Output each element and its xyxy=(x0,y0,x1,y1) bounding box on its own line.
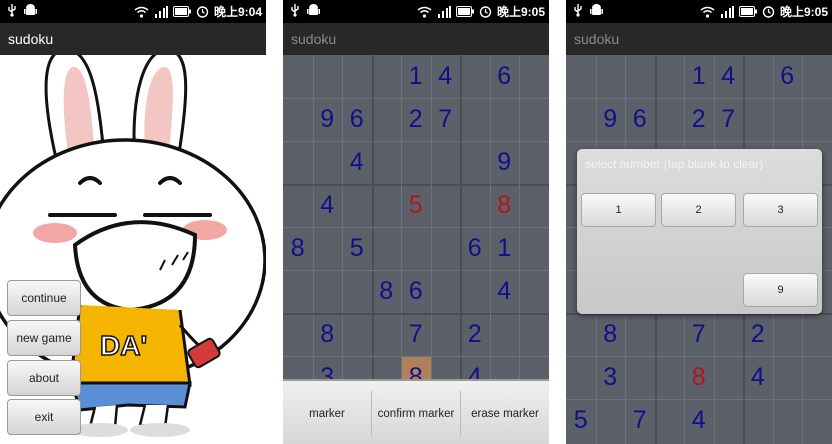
board-cell-digit[interactable]: 6 xyxy=(490,55,520,98)
number-button-3[interactable]: 3 xyxy=(743,193,818,227)
alarm-icon xyxy=(762,5,775,18)
android-icon xyxy=(590,3,603,17)
board-cell-digit[interactable]: 9 xyxy=(490,141,520,184)
wifi-icon xyxy=(134,6,149,18)
number-button-1[interactable]: 1 xyxy=(581,193,656,227)
home-content: DA' continue new game about exit xyxy=(0,55,266,444)
board-cell-digit[interactable]: 8 xyxy=(283,227,313,270)
wifi-icon xyxy=(417,6,432,18)
app-title: sudoku xyxy=(566,23,832,55)
game-content: 1469627494588561864872384574 marker conf… xyxy=(283,55,549,444)
board-cell-digit[interactable]: 3 xyxy=(596,356,626,399)
board-cell-digit[interactable]: 8 xyxy=(684,356,714,399)
board-cell-digit[interactable]: 4 xyxy=(313,184,343,227)
board-cell-digit[interactable]: 1 xyxy=(490,227,520,270)
status-bar: 晚上9:04 xyxy=(0,0,266,23)
exit-button[interactable]: exit xyxy=(7,399,81,435)
marker-button[interactable]: marker xyxy=(283,381,371,444)
board-cell-digit[interactable]: 1 xyxy=(684,55,714,98)
board-cell-digit[interactable]: 4 xyxy=(490,270,520,313)
android-icon xyxy=(24,3,37,17)
board-cell-digit[interactable]: 8 xyxy=(596,313,626,356)
clock: 晚上9:04 xyxy=(213,5,262,19)
board-cell-digit[interactable]: 2 xyxy=(401,98,431,141)
home-screen: 晚上9:04 sudoku DA' continue new game abou… xyxy=(0,0,266,444)
board-cell-digit[interactable]: 6 xyxy=(342,98,372,141)
number-button-2[interactable]: 2 xyxy=(661,193,736,227)
alarm-icon xyxy=(479,5,492,18)
board-cell-digit[interactable]: 5 xyxy=(342,227,372,270)
game-screen-menu: 晚上9:05 sudoku 14696274945885618648723845… xyxy=(283,0,549,444)
select-number-dialog: select number (tap blank to clear) 1 2 3… xyxy=(577,149,822,314)
board-cell-digit[interactable]: 4 xyxy=(743,356,773,399)
board-cell-digit[interactable]: 4 xyxy=(431,55,461,98)
board-cell-digit[interactable]: 7 xyxy=(684,313,714,356)
usb-icon xyxy=(289,3,301,17)
board-cell-digit[interactable]: 8 xyxy=(313,313,343,356)
battery-icon xyxy=(455,6,474,17)
board-cell-digit[interactable]: 2 xyxy=(460,313,490,356)
board-cell-digit[interactable]: 4 xyxy=(714,55,744,98)
board-cell-digit[interactable]: 7 xyxy=(431,98,461,141)
battery-icon xyxy=(738,6,757,17)
status-bar: 晚上9:05 xyxy=(283,0,549,23)
battery-icon xyxy=(172,6,191,17)
new-game-button[interactable]: new game xyxy=(7,320,81,356)
board-cell-digit[interactable]: 5 xyxy=(566,399,596,442)
board-cell-digit[interactable]: 8 xyxy=(372,270,402,313)
board-cell-digit[interactable]: 2 xyxy=(743,313,773,356)
board-cell-digit[interactable]: 5 xyxy=(401,184,431,227)
confirm-marker-button[interactable]: confirm marker xyxy=(372,381,460,444)
clock: 晚上9:05 xyxy=(496,5,545,19)
board-cell-digit[interactable]: 7 xyxy=(625,399,655,442)
alarm-icon xyxy=(196,5,209,18)
app-title: sudoku xyxy=(283,23,549,55)
mascot-shirt-text: DA' xyxy=(100,330,147,361)
about-button[interactable]: about xyxy=(7,360,81,396)
android-icon xyxy=(307,3,320,17)
board-cell-digit[interactable]: 6 xyxy=(773,55,803,98)
board-cell-digit[interactable]: 6 xyxy=(401,270,431,313)
board-cell-digit[interactable]: 6 xyxy=(460,227,490,270)
grid-line xyxy=(566,141,832,142)
continue-button[interactable]: continue xyxy=(7,280,81,316)
board-cell-digit[interactable]: 1 xyxy=(401,55,431,98)
signal-icon xyxy=(154,5,168,18)
board-cell-digit[interactable]: 4 xyxy=(684,399,714,442)
game-screen-dialog: 晚上9:05 sudoku 1469627872384574 select nu… xyxy=(566,0,832,444)
options-menu: marker confirm marker erase marker xyxy=(283,379,549,444)
erase-marker-button[interactable]: erase marker xyxy=(461,381,549,444)
usb-icon xyxy=(6,3,18,17)
app-title: sudoku xyxy=(0,23,266,55)
board-cell-digit[interactable]: 2 xyxy=(684,98,714,141)
board-cell-digit[interactable]: 8 xyxy=(490,184,520,227)
signal-icon xyxy=(437,5,451,18)
wifi-icon xyxy=(700,6,715,18)
board-cell-digit[interactable]: 9 xyxy=(596,98,626,141)
number-button-9[interactable]: 9 xyxy=(743,273,818,307)
signal-icon xyxy=(720,5,734,18)
status-bar: 晚上9:05 xyxy=(566,0,832,23)
dialog-title: select number (tap blank to clear) xyxy=(585,157,764,171)
board-cell-digit[interactable]: 4 xyxy=(342,141,372,184)
board-cell-digit[interactable]: 9 xyxy=(313,98,343,141)
game-content: 1469627872384574 select number (tap blan… xyxy=(566,55,832,444)
board-cell-digit[interactable]: 7 xyxy=(401,313,431,356)
usb-icon xyxy=(572,3,584,17)
clock: 晚上9:05 xyxy=(779,5,828,19)
board-cell-digit[interactable]: 7 xyxy=(714,98,744,141)
board-cell-digit[interactable]: 6 xyxy=(625,98,655,141)
